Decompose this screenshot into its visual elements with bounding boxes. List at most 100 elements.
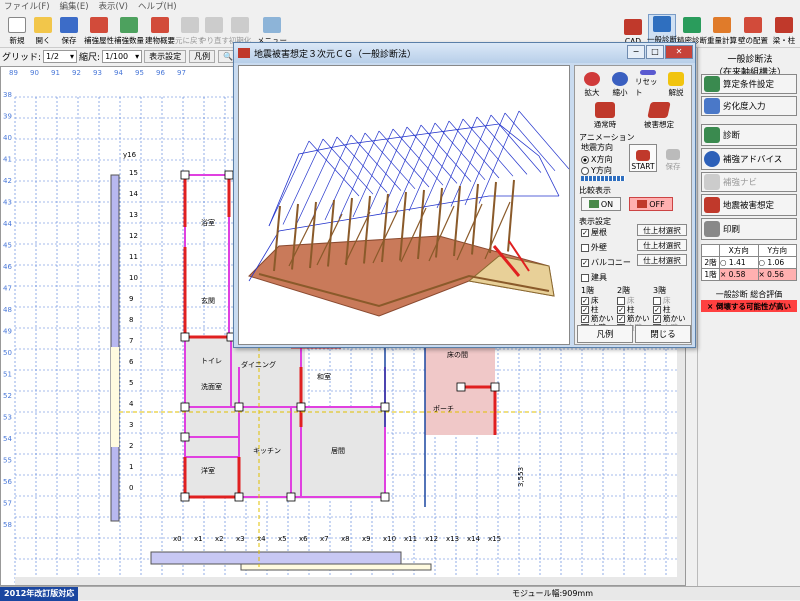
anim-save-button[interactable]: 保存 bbox=[659, 144, 687, 172]
start-button[interactable]: START bbox=[629, 144, 657, 172]
new-button[interactable]: 新規 bbox=[4, 14, 30, 46]
row-label: 41 bbox=[3, 156, 12, 164]
column-marker bbox=[234, 402, 244, 412]
reinforce-qty-button[interactable]: 補強数量 bbox=[114, 14, 144, 46]
dimension-label: 3,553 bbox=[517, 467, 525, 487]
direction-label: 地震方向 bbox=[581, 143, 613, 152]
room-label: 玄関 bbox=[201, 296, 215, 305]
damage-estimate-button[interactable]: 地震被害想定 bbox=[701, 194, 797, 216]
new-file-icon bbox=[8, 17, 26, 33]
legend-button[interactable]: 凡例 bbox=[189, 49, 216, 63]
building-summary-button[interactable]: 建物概要 bbox=[144, 14, 176, 46]
minimize-button[interactable]: − bbox=[627, 45, 645, 59]
fittings-checkbox[interactable]: 建具 bbox=[581, 272, 607, 283]
y-tick: 6 bbox=[129, 358, 134, 366]
display-settings-button[interactable]: 表示設定 bbox=[144, 49, 187, 63]
3d-house-render[interactable] bbox=[239, 66, 570, 345]
check-icon: ✓ bbox=[581, 258, 589, 267]
menu-file[interactable]: ファイル(F) bbox=[4, 0, 50, 12]
row-label: 38 bbox=[3, 91, 12, 99]
compare-off-button[interactable]: OFF bbox=[629, 197, 673, 211]
beam-column-button[interactable]: 梁・柱 bbox=[770, 14, 798, 46]
deterioration-button[interactable]: 劣化度入力 bbox=[701, 96, 797, 116]
weight-calc-button[interactable]: 重量計算 bbox=[707, 14, 737, 46]
finish-roof-button[interactable]: 仕上材選択 bbox=[637, 224, 687, 236]
redo-button[interactable]: やり直す bbox=[199, 14, 229, 46]
column-marker bbox=[380, 402, 390, 412]
exterior-wall-checkbox[interactable]: 外壁 bbox=[581, 242, 607, 253]
result-header-x: X方向 bbox=[719, 244, 759, 257]
open-button[interactable]: 開く bbox=[30, 14, 56, 46]
balcony-checkbox[interactable]: ✓ バルコニー bbox=[581, 257, 631, 268]
y-tick: 10 bbox=[129, 274, 138, 282]
column-marker bbox=[180, 492, 190, 502]
result-row-1f-label: 1階 bbox=[701, 268, 720, 281]
play-house-icon bbox=[636, 150, 650, 161]
room-label: 居間 bbox=[331, 447, 345, 455]
roof-checkbox[interactable]: ✓ 屋根 bbox=[581, 227, 607, 238]
view-reset-button[interactable]: リセット bbox=[635, 70, 661, 98]
explain-button[interactable]: 解説 bbox=[663, 70, 689, 98]
y-tick: 2 bbox=[129, 442, 133, 450]
compare-off-icon bbox=[637, 200, 648, 208]
x-strip bbox=[150, 551, 402, 565]
menu-bar: ファイル(F) 編集(E) 表示(V) ヘルプ(H) bbox=[0, 0, 800, 12]
zoom-in-button[interactable]: 拡大 bbox=[579, 70, 605, 98]
dialog-controls-panel: 拡大 縮小 リセット 解説 通常時 被害想定 アニメーション 地震方向 X方向 … bbox=[574, 65, 692, 345]
printer-icon bbox=[704, 221, 720, 237]
col-label: 92 bbox=[72, 69, 81, 77]
save-button[interactable]: 保存 bbox=[56, 14, 82, 46]
grid-select[interactable]: 1/2 ▾ bbox=[43, 49, 78, 63]
row-label: 51 bbox=[3, 371, 12, 379]
roof-rafter bbox=[322, 138, 374, 195]
undo-icon bbox=[181, 17, 199, 33]
menu-edit[interactable]: 編集(E) bbox=[60, 0, 89, 12]
compare-on-icon bbox=[588, 200, 599, 208]
close-dialog-button[interactable]: 閉じる bbox=[635, 325, 691, 343]
compare-on-button[interactable]: ON bbox=[581, 197, 621, 211]
row-label: 39 bbox=[3, 113, 12, 121]
result-row-2f-label: 2階 bbox=[701, 256, 720, 269]
dir-y-radio[interactable]: Y方向 bbox=[581, 165, 612, 176]
damage-3d-dialog: 地震被害想定３次元ＣＧ（一般診断法） − □ ✕ 拡大 縮小 リセット 解説 通… bbox=[233, 42, 696, 348]
damage-mode-button[interactable]: 被害想定 bbox=[637, 102, 681, 130]
x-tick: x13 bbox=[446, 535, 459, 543]
save-icon bbox=[60, 17, 78, 33]
advice-button[interactable]: 補強アドバイス bbox=[701, 148, 797, 170]
scale-select[interactable]: 1/100 ▾ bbox=[102, 49, 143, 63]
beam-icon bbox=[775, 17, 793, 33]
column-marker bbox=[180, 432, 190, 442]
y-strip-highlight bbox=[111, 347, 119, 447]
row-label: 44 bbox=[3, 220, 12, 228]
finish-wall-button[interactable]: 仕上材選択 bbox=[637, 239, 687, 251]
row-label: 45 bbox=[3, 242, 12, 250]
help-icon bbox=[668, 72, 684, 86]
maximize-button[interactable]: □ bbox=[646, 45, 664, 59]
x-tick: x7 bbox=[320, 535, 329, 543]
zoom-out-button[interactable]: 縮小 bbox=[607, 70, 633, 98]
zoom-out-icon bbox=[612, 72, 628, 86]
reinforce-navi-button[interactable]: 補強ナビ bbox=[701, 172, 797, 192]
menu-view[interactable]: 表示(V) bbox=[99, 0, 128, 12]
room-label: 洋室 bbox=[201, 466, 215, 475]
diagnose-button[interactable]: 診断 bbox=[701, 124, 797, 146]
y-tick: 9 bbox=[129, 295, 133, 303]
3d-view[interactable] bbox=[238, 65, 570, 345]
finish-balcony-button[interactable]: 仕上材選択 bbox=[637, 254, 687, 266]
calc-conditions-button[interactable]: 算定条件設定 bbox=[701, 74, 797, 94]
close-button[interactable]: ✕ bbox=[665, 45, 693, 59]
print-button[interactable]: 印刷 bbox=[701, 218, 797, 240]
x-tick: x15 bbox=[488, 535, 501, 543]
result-2f-y: ○ 1.06 bbox=[757, 256, 797, 269]
reinforce-attr-button[interactable]: 補強屋性 bbox=[84, 14, 114, 46]
timber-post bbox=[507, 179, 515, 252]
scale-label: 縮尺: bbox=[79, 52, 101, 63]
col-label: 93 bbox=[93, 69, 102, 77]
dir-x-radio[interactable]: X方向 bbox=[581, 154, 612, 165]
col-label: 96 bbox=[156, 69, 165, 77]
column-marker bbox=[296, 402, 306, 412]
legend-dialog-button[interactable]: 凡例 bbox=[577, 325, 633, 343]
normal-mode-button[interactable]: 通常時 bbox=[585, 102, 625, 130]
menu-help[interactable]: ヘルプ(H) bbox=[138, 0, 177, 12]
wall-layout-button[interactable]: 壁の配置 bbox=[738, 14, 768, 46]
